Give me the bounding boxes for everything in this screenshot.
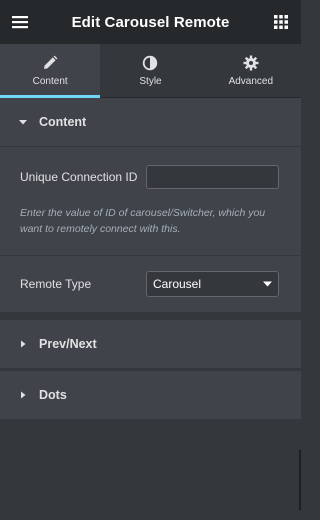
gear-icon <box>243 55 259 70</box>
pencil-icon <box>44 55 58 69</box>
hamburger-menu-icon[interactable] <box>10 12 30 32</box>
unique-id-input[interactable] <box>146 165 279 189</box>
editor-panel: Edit Carousel Remote Content Style Advan… <box>0 0 301 520</box>
tab-advanced[interactable]: Advanced <box>201 44 301 97</box>
remote-type-select[interactable]: Carousel <box>146 271 279 297</box>
dots-section-title: Dots <box>39 388 67 402</box>
apps-grid-icon[interactable] <box>273 14 289 30</box>
content-section: Content Unique Connection ID Enter the v… <box>0 98 301 312</box>
caret-right-icon <box>21 340 26 348</box>
tab-content-label: Content <box>32 75 68 87</box>
prev-next-section-header[interactable]: Prev/Next <box>0 320 301 368</box>
remote-type-label: Remote Type <box>20 277 92 291</box>
panel-header: Edit Carousel Remote <box>0 0 301 44</box>
section-separator <box>0 368 301 369</box>
panel-title: Edit Carousel Remote <box>71 13 230 31</box>
content-section-header[interactable]: Content <box>0 98 301 147</box>
remote-type-value: Carousel <box>153 277 202 291</box>
half-circle-icon <box>143 55 158 70</box>
prev-next-section-title: Prev/Next <box>39 337 97 351</box>
dots-section-header[interactable]: Dots <box>0 371 301 419</box>
tab-style[interactable]: Style <box>100 44 200 97</box>
scrollbar[interactable] <box>299 450 301 510</box>
caret-down-icon <box>19 120 27 125</box>
unique-id-label: Unique Connection ID <box>20 170 138 184</box>
tab-style-label: Style <box>139 75 162 87</box>
section-gap <box>0 312 301 320</box>
panel-tabs: Content Style Advanced <box>0 44 301 98</box>
content-section-body: Unique Connection ID Enter the value of … <box>0 147 301 312</box>
remote-type-row: Remote Type Carousel <box>0 256 301 312</box>
tab-advanced-label: Advanced <box>228 75 274 87</box>
caret-right-icon <box>21 391 26 399</box>
tab-content[interactable]: Content <box>0 44 101 98</box>
unique-id-row: Unique Connection ID <box>0 147 301 205</box>
content-section-title: Content <box>39 115 87 129</box>
unique-id-help-text: Enter the value of ID of carousel/Switch… <box>20 207 266 235</box>
chevron-down-icon <box>263 281 272 287</box>
